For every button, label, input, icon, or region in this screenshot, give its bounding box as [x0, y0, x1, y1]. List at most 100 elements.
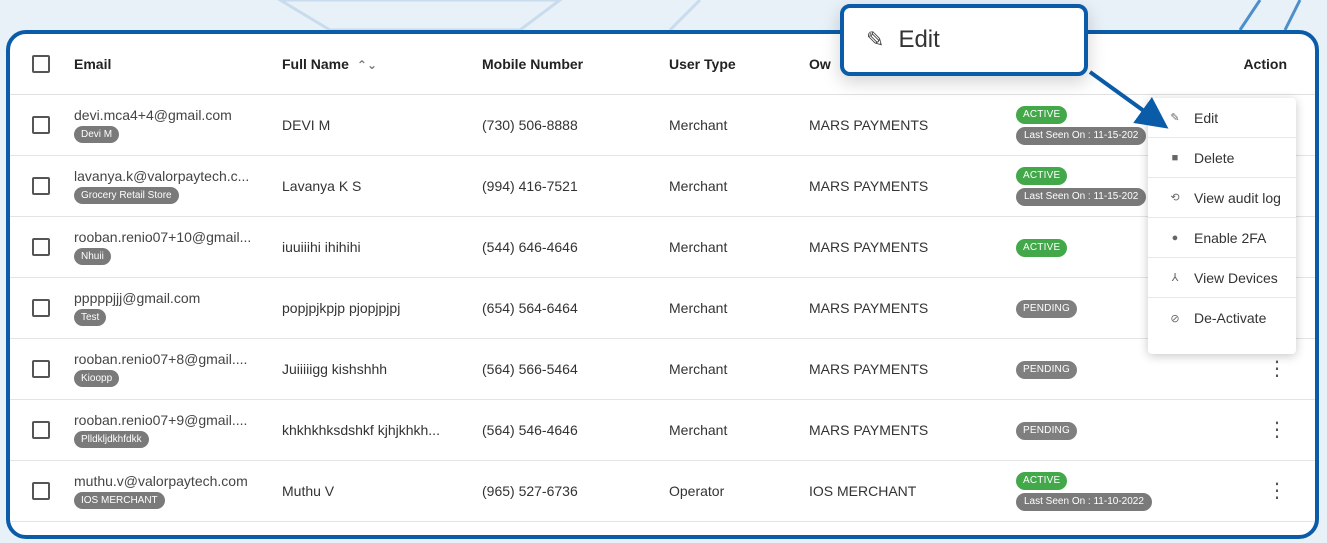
row-owner: MARS PAYMENTS [809, 421, 929, 438]
status-badge: PENDING [1016, 299, 1077, 318]
menu-item-label: Delete [1194, 149, 1235, 166]
devices-icon: ⅄ [1171, 272, 1179, 284]
row-user-type: Merchant [669, 238, 728, 255]
table-row[interactable]: muthu.v@valorpaytech.com IOS MERCHANT Mut… [10, 460, 1315, 521]
table-row[interactable]: pppppjjj@gmail.com Test popjpjkpjp pjopjp… [10, 277, 1315, 338]
row-mobile: (544) 646-4646 [482, 238, 578, 255]
status-badge: PENDING [1016, 421, 1077, 440]
row-action-menu: ✎ Edit ■ Delete ⟲ View audit log ● Enable 2F… [1148, 98, 1296, 354]
callout-label: Edit [898, 26, 940, 53]
menu-item-label: De-Activate [1194, 310, 1267, 326]
pencil-icon: ✎ [1170, 112, 1180, 124]
status-badge: PENDING [1016, 360, 1077, 379]
menu-item-delete[interactable]: ■ Delete [1148, 138, 1296, 178]
menu-item-label: View audit log [1194, 189, 1281, 206]
row-tag: Nhuii [74, 247, 111, 265]
kebab-menu-icon[interactable]: ⋮ [1267, 420, 1287, 440]
row-owner: MARS PAYMENTS [809, 299, 929, 316]
row-email: devi.mca4+4@gmail.com [74, 106, 232, 123]
row-checkbox[interactable] [32, 237, 50, 256]
trash-icon: ■ [1171, 151, 1179, 164]
column-action: Action [1243, 55, 1287, 72]
row-user-type: Merchant [669, 299, 728, 316]
status-badge: ACTIVE [1016, 106, 1068, 124]
history-icon: ⟲ [1170, 192, 1180, 204]
last-seen-badge: Last Seen On : 11-10-2022 [1016, 493, 1152, 511]
row-checkbox[interactable] [32, 298, 50, 317]
row-checkbox[interactable] [32, 481, 50, 500]
table-row[interactable]: rooban.renio07+9@gmail.... Plldkljdkhfdkk… [10, 399, 1315, 460]
column-email[interactable]: Email [74, 34, 282, 94]
users-table-panel: Email Full Name ⌃⌄ Mobile Number User Typ… [6, 30, 1319, 539]
select-all-checkbox[interactable] [32, 54, 50, 73]
row-mobile: (965) 527-6736 [482, 482, 578, 499]
row-tag: Test [74, 308, 107, 326]
row-email: rooban.renio07+9@gmail.... [74, 411, 248, 428]
edit-callout: ✎ Edit [840, 4, 1088, 76]
row-mobile: (994) 416-7521 [482, 177, 578, 194]
status-badge: ACTIVE [1016, 167, 1068, 185]
menu-item-label: View Devices [1194, 269, 1278, 286]
menu-item-enable-2fa[interactable]: ● Enable 2FA [1148, 218, 1296, 258]
row-mobile: (564) 566-5464 [482, 360, 578, 377]
row-user-type: Merchant [669, 421, 728, 438]
row-full-name: iuuiiihi ihihihi [282, 238, 361, 255]
table-header-row: Email Full Name ⌃⌄ Mobile Number User Typ… [10, 34, 1315, 94]
table-row[interactable]: rooban.renio07+8@gmail.... Kioopp Juiiiii… [10, 338, 1315, 399]
row-tag: Grocery Retail Store [74, 186, 179, 204]
table-row[interactable]: devi.mca4+4@gmail.com Devi M DEVI M (730)… [10, 94, 1315, 155]
row-user-type: Operator [669, 482, 725, 499]
menu-item-view-audit-log[interactable]: ⟲ View audit log [1148, 178, 1296, 218]
kebab-menu-icon[interactable]: ⋮ [1267, 359, 1287, 379]
menu-item-label: Edit [1194, 109, 1219, 126]
row-email: rooban.renio07+8@gmail.... [74, 350, 248, 367]
row-tag: IOS MERCHANT [74, 491, 165, 509]
row-full-name: khkhkhksdshkf kjhjkhkh... [282, 421, 440, 438]
menu-item-edit[interactable]: ✎ Edit [1148, 98, 1296, 138]
row-owner: IOS MERCHANT [809, 482, 917, 499]
check-circle-icon: ● [1171, 231, 1179, 244]
row-user-type: Merchant [669, 177, 728, 194]
menu-item-de-activate[interactable]: ⊘ De-Activate [1148, 298, 1296, 338]
row-owner: MARS PAYMENTS [809, 360, 929, 377]
row-owner: MARS PAYMENTS [809, 177, 929, 194]
row-mobile: (730) 506-8888 [482, 116, 578, 133]
row-user-type: Merchant [669, 116, 728, 133]
last-seen-badge: Last Seen On : 11-15-202 [1016, 127, 1147, 145]
row-full-name: popjpjkpjp pjopjpjpj [282, 299, 401, 316]
block-icon: ⊘ [1170, 312, 1180, 325]
row-email: rooban.renio07+10@gmail... [74, 228, 252, 245]
row-owner: MARS PAYMENTS [809, 238, 929, 255]
row-tag: Kioopp [74, 369, 120, 387]
row-checkbox[interactable] [32, 115, 50, 134]
table-row[interactable]: lavanya.k@valorpaytech.c... Grocery Retai… [10, 155, 1315, 216]
row-email: muthu.v@valorpaytech.com [74, 472, 248, 489]
menu-item-label: Enable 2FA [1194, 229, 1267, 246]
row-checkbox[interactable] [32, 420, 50, 439]
table-row[interactable]: rooban.renio07+10@gmail... Nhuii iuuiiihi… [10, 216, 1315, 277]
row-user-type: Merchant [669, 360, 728, 377]
sort-icon[interactable]: ⌃⌄ [357, 58, 377, 72]
row-full-name: Lavanya K S [282, 177, 362, 194]
row-mobile: (654) 564-6464 [482, 299, 578, 316]
column-full-name[interactable]: Full Name ⌃⌄ [282, 34, 482, 94]
row-email: lavanya.k@valorpaytech.c... [74, 167, 250, 184]
row-full-name: DEVI M [282, 116, 331, 133]
row-full-name: Muthu V [282, 482, 335, 499]
row-tag: Plldkljdkhfdkk [74, 430, 149, 448]
users-table: Email Full Name ⌃⌄ Mobile Number User Typ… [10, 34, 1315, 522]
column-full-name-label: Full Name [282, 55, 349, 72]
row-owner: MARS PAYMENTS [809, 116, 929, 133]
column-user-type[interactable]: User Type [669, 34, 809, 94]
row-mobile: (564) 546-4646 [482, 421, 578, 438]
pencil-icon: ✎ [866, 27, 885, 52]
column-mobile[interactable]: Mobile Number [482, 34, 669, 94]
last-seen-badge: Last Seen On : 11-15-202 [1016, 188, 1147, 206]
row-email: pppppjjj@gmail.com [74, 289, 201, 306]
menu-item-view-devices[interactable]: ⅄ View Devices [1148, 258, 1296, 298]
status-badge: ACTIVE [1016, 472, 1068, 490]
row-checkbox[interactable] [32, 176, 50, 195]
row-full-name: Juiiiiigg kishshhh [282, 360, 388, 377]
row-checkbox[interactable] [32, 359, 50, 378]
kebab-menu-icon[interactable]: ⋮ [1267, 481, 1287, 501]
